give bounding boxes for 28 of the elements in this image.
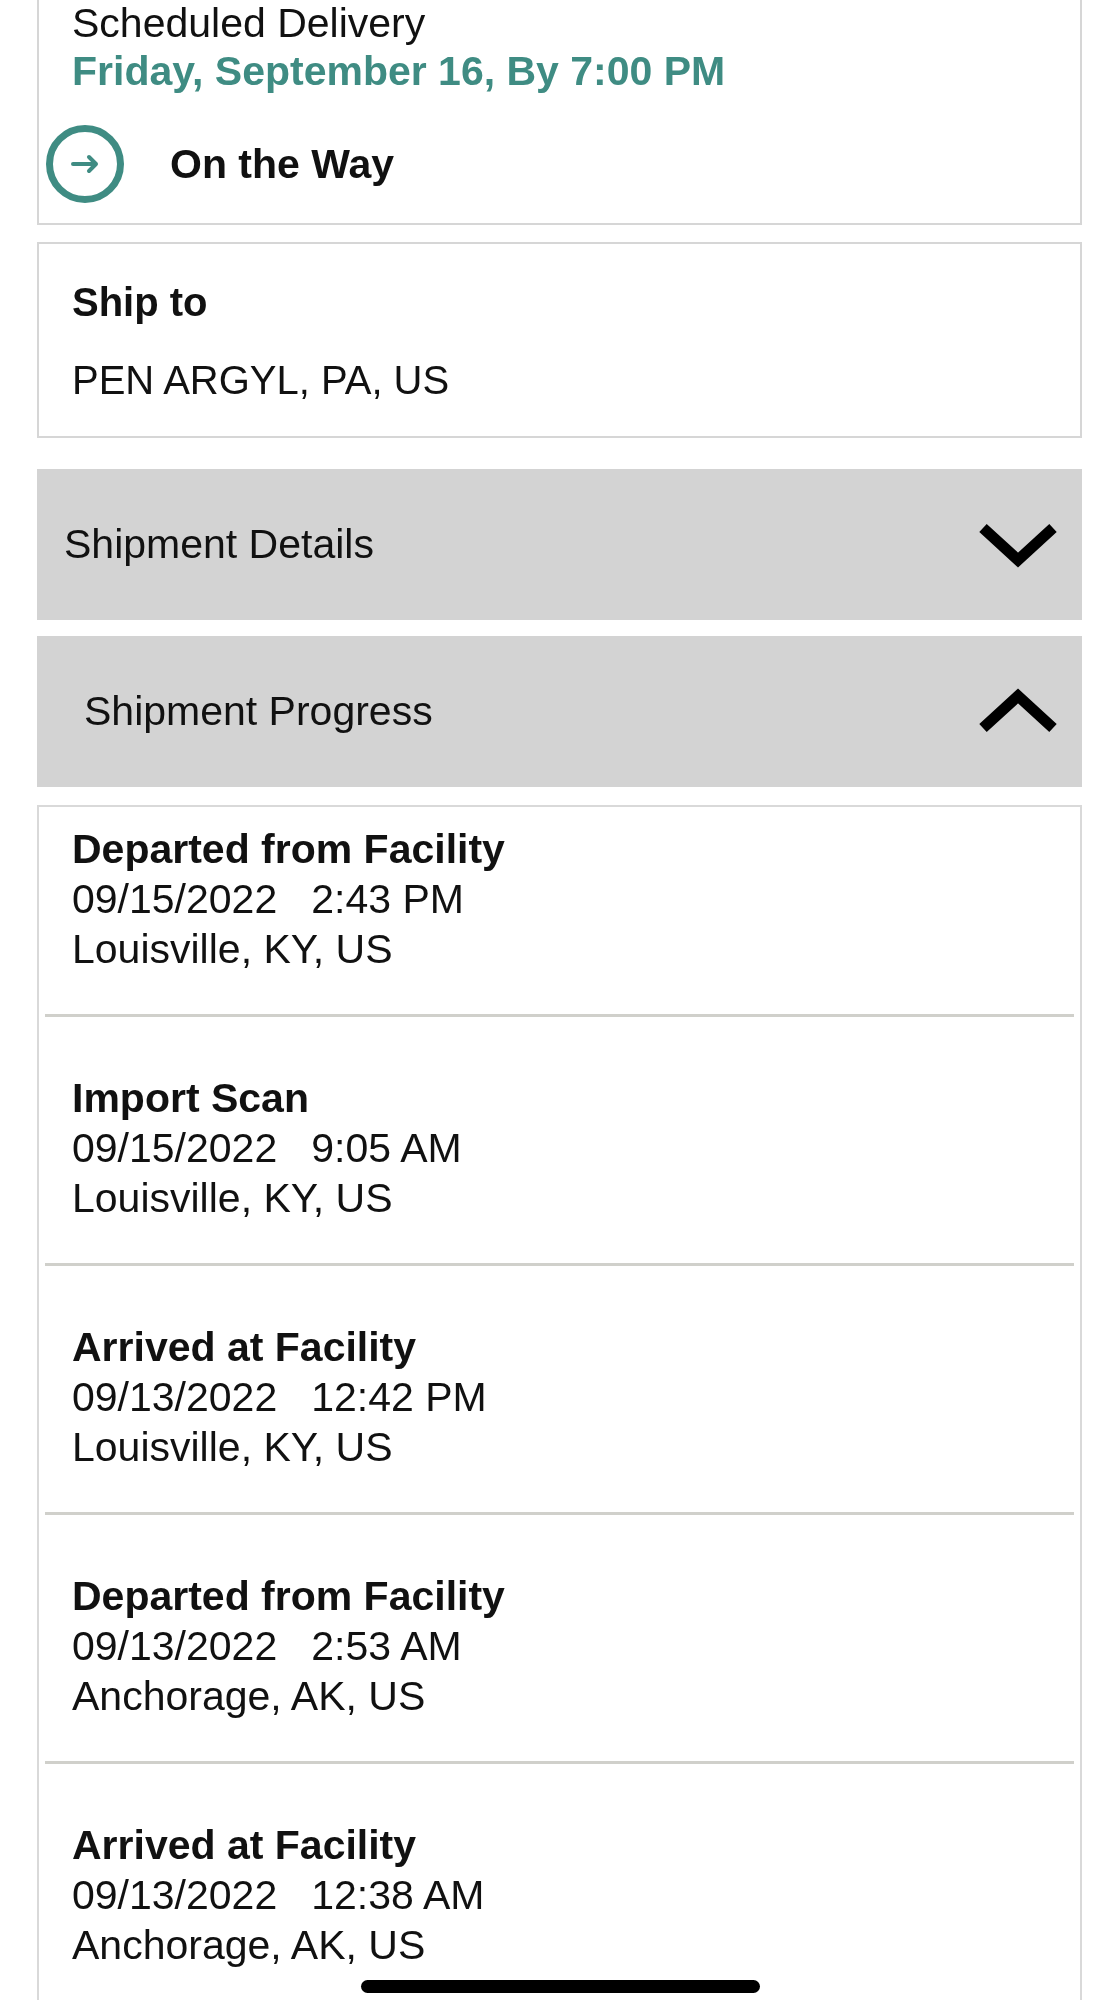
event-location: Anchorage, AK, US xyxy=(72,1672,426,1721)
event-date: 09/15/2022 xyxy=(72,1124,278,1173)
event-time: 2:53 AM xyxy=(311,1622,462,1671)
event-date: 09/13/2022 xyxy=(72,1622,278,1671)
event-time: 2:43 PM xyxy=(311,875,464,924)
scheduled-delivery-label: Scheduled Delivery xyxy=(72,0,426,46)
event-location: Louisville, KY, US xyxy=(72,925,393,974)
delivery-status: On the Way xyxy=(170,140,394,188)
delivery-date: Friday, September 16, By 7:00 PM xyxy=(72,47,726,96)
event-location: Anchorage, AK, US xyxy=(72,1921,426,1970)
arrow-circle-icon xyxy=(46,125,124,203)
event-location: Louisville, KY, US xyxy=(72,1174,393,1223)
event-status: Arrived at Facility xyxy=(72,1821,417,1870)
event-time: 9:05 AM xyxy=(311,1124,462,1173)
event-date: 09/15/2022 xyxy=(72,875,278,924)
event-status: Departed from Facility xyxy=(72,1572,505,1621)
event-date: 09/13/2022 xyxy=(72,1373,278,1422)
accordion-header[interactable]: Shipment Progress xyxy=(37,636,1082,787)
event-time: 12:42 PM xyxy=(311,1373,487,1422)
event-location: Louisville, KY, US xyxy=(72,1423,393,1472)
ship-to-address: PEN ARGYL, PA, US xyxy=(72,357,450,403)
event-status: Arrived at Facility xyxy=(72,1323,417,1372)
event-time: 12:38 AM xyxy=(311,1871,485,1920)
event-status: Import Scan xyxy=(72,1074,309,1123)
ship-to-label: Ship to xyxy=(72,279,208,325)
event-status: Departed from Facility xyxy=(72,825,505,874)
event-date: 09/13/2022 xyxy=(72,1871,278,1920)
accordion-header[interactable]: Shipment Details xyxy=(37,469,1082,620)
